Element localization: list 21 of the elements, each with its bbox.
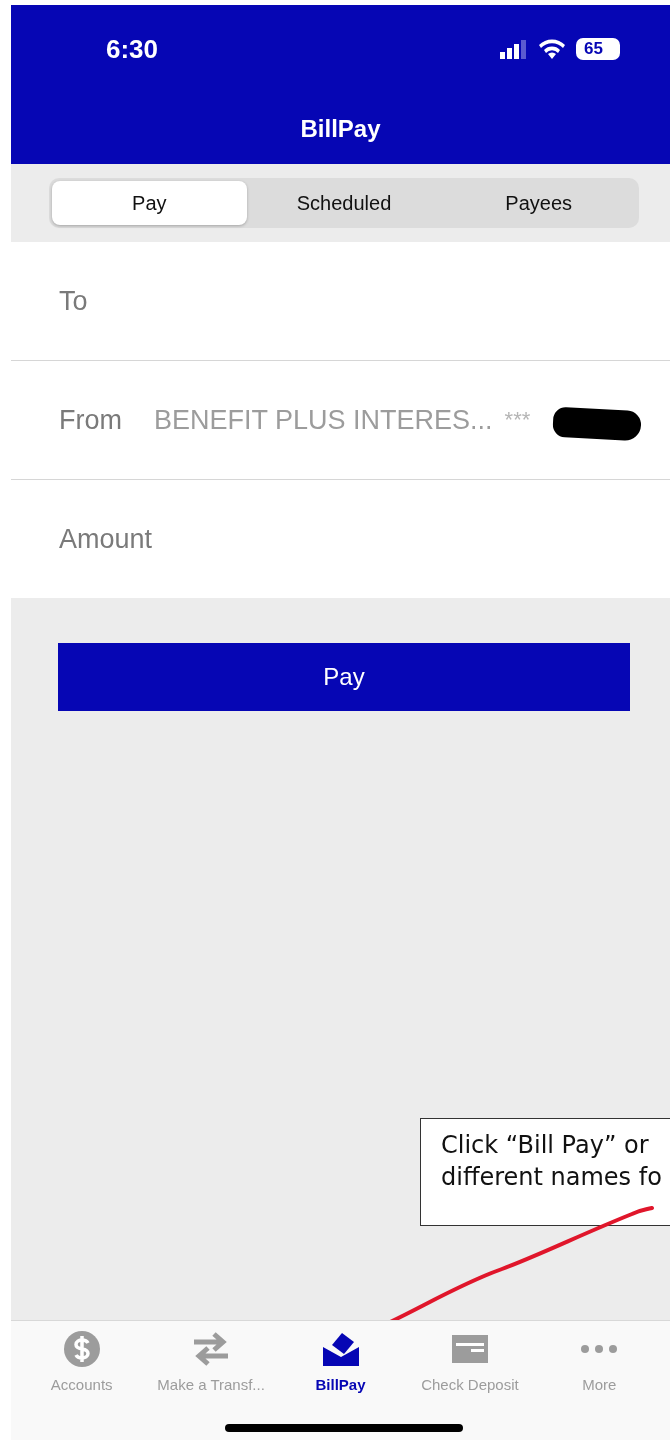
field-label: From [59, 404, 122, 436]
annotation-text: Click “Bill Pay” or [441, 1131, 650, 1159]
segment-tab[interactable]: Payees [441, 181, 636, 225]
field-label: To [59, 285, 88, 317]
dollar-icon [62, 1329, 101, 1368]
wifi-icon [538, 38, 566, 60]
battery-level: 65 [576, 38, 620, 60]
masked-number: *** [504, 407, 531, 433]
field-label: Amount [59, 523, 153, 555]
segment-tab[interactable]: Pay [52, 181, 247, 225]
tab-bar-item[interactable]: BillPay [275, 1329, 406, 1393]
segment-tab[interactable]: Scheduled [246, 181, 442, 225]
more-icon [580, 1343, 619, 1354]
envelope-icon [321, 1330, 360, 1367]
signal-icon [500, 39, 528, 59]
pay-button[interactable]: Pay [58, 643, 630, 711]
check-card-icon [450, 1333, 489, 1364]
transfer-icon [192, 1330, 231, 1367]
screen-title: BillPay [300, 114, 381, 143]
annotation-text: different names fo [441, 1163, 663, 1191]
status-time: 6:30 [106, 33, 159, 65]
